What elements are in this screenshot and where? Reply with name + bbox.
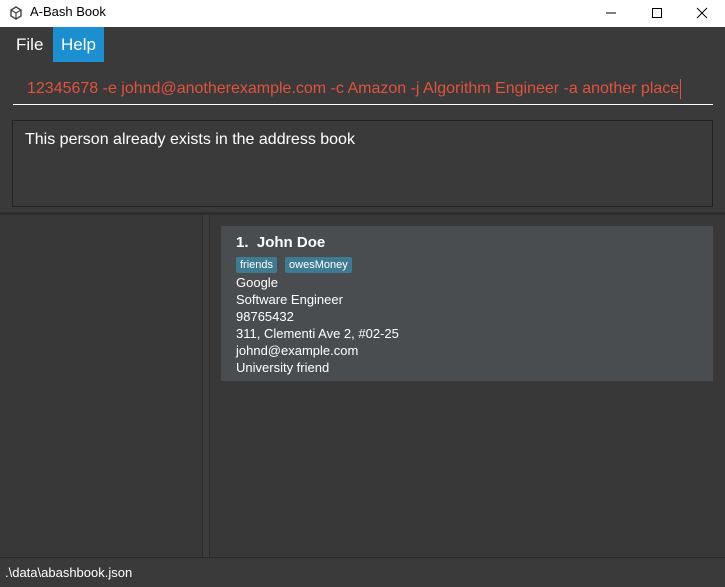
command-input[interactable]: 12345678 -e johnd@anotherexample.com -c …	[13, 73, 713, 105]
menu-bar: File Help	[0, 27, 725, 64]
status-bar: .\data\abashbook.json	[0, 557, 725, 587]
title-bar: A-Bash Book	[0, 0, 725, 27]
tag-friends: friends	[236, 257, 278, 273]
minimize-button[interactable]	[588, 0, 634, 27]
text-caret	[680, 78, 682, 99]
person-index: 1.	[236, 234, 249, 251]
app-logo-icon	[8, 5, 24, 21]
minimize-icon	[605, 4, 617, 23]
left-pane	[0, 215, 202, 557]
close-button[interactable]	[679, 0, 725, 27]
menu-file[interactable]: File	[8, 27, 51, 62]
person-phone: 98765432	[236, 309, 294, 324]
person-address: 311, Clementi Ave 2, #02-25	[236, 326, 399, 341]
tag-owesmoney: owesMoney	[285, 257, 352, 273]
person-card[interactable]: 1. John Doe friends owesMoney Google Sof…	[221, 226, 713, 381]
person-name-text: John Doe	[256, 234, 326, 251]
command-box: 12345678 -e johnd@anotherexample.com -c …	[0, 63, 725, 115]
window-title: A-Bash Book	[30, 4, 106, 19]
result-message: This person already exists in the addres…	[25, 131, 355, 148]
person-remark: University friend	[236, 360, 330, 375]
tag-list: friends owesMoney	[236, 257, 352, 273]
result-display: This person already exists in the addres…	[12, 120, 713, 207]
person-name: 1. John Doe	[236, 234, 325, 251]
command-text: 12345678 -e johnd@anotherexample.com -c …	[27, 80, 680, 97]
person-email: johnd@example.com	[236, 343, 359, 358]
maximize-button[interactable]	[634, 0, 680, 27]
split-pane-divider[interactable]	[202, 215, 210, 557]
menu-help[interactable]: Help	[53, 27, 104, 62]
close-icon	[696, 4, 708, 23]
person-job: Software Engineer	[236, 292, 343, 307]
person-company: Google	[236, 275, 278, 290]
maximize-icon	[651, 4, 663, 23]
save-file-path: .\data\abashbook.json	[5, 565, 133, 580]
